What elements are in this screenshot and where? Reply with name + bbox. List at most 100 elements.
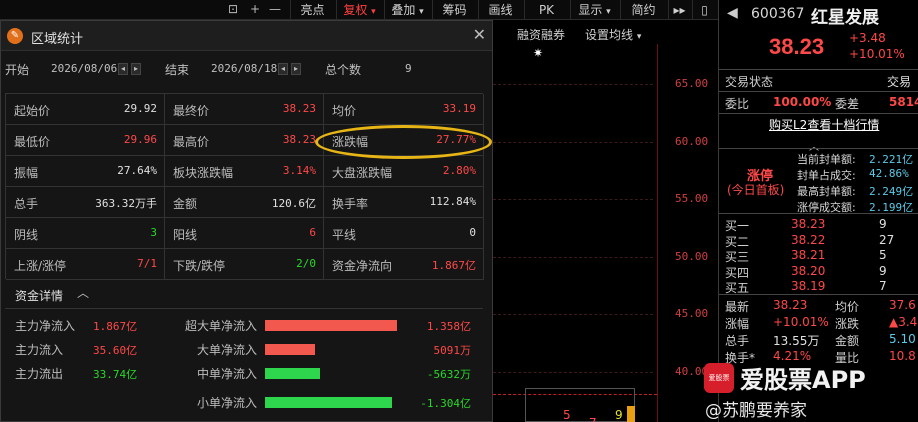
stat-label: 均价 xyxy=(835,300,860,314)
stat-value: 7/1 xyxy=(137,257,157,270)
stat-value: 27.77% xyxy=(436,133,476,146)
prev-stock-icon[interactable]: ◀ xyxy=(727,5,738,21)
fund-label: 主力流入 xyxy=(15,343,64,357)
stat-label: 最低价 xyxy=(14,135,51,149)
fund-bar xyxy=(265,344,315,355)
stat-value: 2.80% xyxy=(442,164,476,177)
stat-value: 38.23 xyxy=(282,102,316,115)
stock-code: 600367 xyxy=(751,6,805,22)
toolbar-btn-chips[interactable]: 筹码 xyxy=(432,0,476,20)
order-price: 38.21 xyxy=(791,248,826,262)
stat-label: 阳线 xyxy=(173,228,198,242)
limit-label: 当前封单额: xyxy=(797,153,856,166)
ratio-label: 委比 xyxy=(725,97,750,111)
order-volume: 7 xyxy=(879,279,887,293)
zoom-in-icon[interactable]: + xyxy=(248,2,262,16)
fund-details-title: 资金详情 xyxy=(15,289,64,303)
orderbook-row[interactable]: 买二 38.22 27 xyxy=(719,233,918,249)
order-label: 买二 xyxy=(725,234,750,249)
stat-label: 涨幅 xyxy=(725,317,750,331)
stock-price: 38.23 xyxy=(769,34,825,59)
toolbar-expand-icon[interactable]: ▯ xyxy=(692,0,716,20)
chevron-down-icon: ▾ xyxy=(419,7,424,17)
limit-label: 封单占成交: xyxy=(797,169,856,182)
stat-value: 3 xyxy=(150,226,157,239)
orderbook-row[interactable]: 买四 38.20 9 xyxy=(719,263,918,280)
stat-value: 38.23 xyxy=(773,298,808,312)
start-label: 开始 xyxy=(5,63,30,77)
limit-label: 最高封单额: xyxy=(797,185,856,198)
volume-label: 9 xyxy=(615,408,623,422)
divider xyxy=(719,294,918,295)
toolbar-more-icon[interactable]: ▸▸ xyxy=(668,0,690,20)
toolbar-btn-highlight[interactable]: 亮点 xyxy=(290,0,334,20)
limit-value: 42.86% xyxy=(869,167,909,180)
toolbar-btn-display[interactable]: 显示 ▾ xyxy=(570,0,618,20)
toolbar-btn-simple[interactable]: 简约 xyxy=(620,0,666,20)
stat-value: 363.32万手 xyxy=(95,197,157,210)
stat-label: 大盘涨跌幅 xyxy=(332,166,393,180)
chevron-up-icon[interactable]: ︿ xyxy=(77,284,89,301)
range-row: 开始 2026/08/06 ◂ ▸ 结束 2026/08/18 ◂ ▸ 总个数 … xyxy=(1,59,492,79)
stat-cell: 上涨/涨停 7/1 xyxy=(6,249,165,280)
limit-up-sub: (今日首板) xyxy=(727,183,785,197)
toolbar-btn-overlay[interactable]: 叠加 ▾ xyxy=(384,0,430,20)
stat-label: 最新 xyxy=(725,300,750,314)
stat-label: 总手 xyxy=(14,197,39,211)
stat-cell: 均价 33.19 xyxy=(324,94,484,125)
lock-icon[interactable]: ⊡ xyxy=(226,2,240,16)
zoom-out-icon[interactable]: — xyxy=(268,2,282,16)
app-logo-icon: ✎ xyxy=(7,28,23,44)
kline-chart[interactable]: 融资融券 设置均线 ▾ ✷ 65.00 60.00 55.00 50.00 45… xyxy=(493,20,718,422)
order-volume: 9 xyxy=(879,263,887,278)
stat-value: 29.92 xyxy=(123,102,157,115)
fund-details-header[interactable]: 资金详情 ︿ xyxy=(5,279,483,309)
order-price: 38.23 xyxy=(791,217,826,231)
chart-menu-ma[interactable]: 设置均线 ▾ xyxy=(585,26,641,43)
count-value: 9 xyxy=(405,62,412,75)
close-icon[interactable]: ✕ xyxy=(473,25,486,44)
grid-line xyxy=(493,314,653,315)
orderbook-row[interactable]: 买三 38.21 5 xyxy=(719,248,918,264)
dialog-titlebar[interactable]: ✎ 区域统计 ✕ xyxy=(1,21,492,51)
toolbar-btn-draw[interactable]: 画线 xyxy=(478,0,522,20)
order-label: 买四 xyxy=(725,265,750,280)
toolbar-btn-pk[interactable]: PK xyxy=(524,0,568,20)
limit-value: 2.221亿 xyxy=(869,153,914,166)
start-prev-icon[interactable]: ◂ xyxy=(118,63,128,75)
stat-cell: 最终价 38.23 xyxy=(165,94,324,125)
stat-value: 6 xyxy=(309,226,316,239)
diff-value: 5814 xyxy=(889,95,918,109)
grid-line xyxy=(493,257,653,258)
start-date[interactable]: 2026/08/06 xyxy=(51,62,117,75)
l2-quote-link[interactable]: 购买L2查看十档行情 xyxy=(769,116,879,133)
stat-label: 最终价 xyxy=(173,104,210,118)
chart-menu-margin[interactable]: 融资融券 xyxy=(517,26,565,43)
orderbook-row[interactable]: 买一 38.23 9 xyxy=(719,217,918,233)
star-marker-icon: ✷ xyxy=(533,46,544,60)
watermark-subtext: @苏鹏要养家 xyxy=(705,401,807,421)
order-price: 38.19 xyxy=(791,279,826,293)
stat-cell: 最低价 29.96 xyxy=(6,125,165,156)
order-price: 38.20 xyxy=(791,263,826,278)
toolbar-btn-adjust[interactable]: 复权 ▾ xyxy=(336,0,382,20)
fund-value: 35.60亿 xyxy=(93,344,138,357)
stat-cell: 最高价 38.23 xyxy=(165,125,324,156)
limit-up-box: 涨停 (今日首板) 当前封单额: 2.221亿 封单占成交: 42.86% 最高封单额:… xyxy=(719,148,918,214)
stat-cell: 下跌/跌停 2/0 xyxy=(165,249,324,280)
orderbook-row[interactable]: 买五 38.19 7 xyxy=(719,279,918,295)
quote-stat-row: 总手 13.55万 金额 5.10 xyxy=(719,332,918,348)
limit-value: 2.199亿 xyxy=(869,201,914,214)
grid-line xyxy=(493,84,653,85)
end-prev-icon[interactable]: ◂ xyxy=(278,63,288,75)
start-next-icon[interactable]: ▸ xyxy=(131,63,141,75)
end-next-icon[interactable]: ▸ xyxy=(291,63,301,75)
fund-value: 5091万 xyxy=(433,344,472,357)
chart-menu-ma-label: 设置均线 xyxy=(585,28,634,42)
stat-label: 均价 xyxy=(332,104,357,118)
end-date[interactable]: 2026/08/18 xyxy=(211,62,277,75)
stat-label: 最高价 xyxy=(173,135,210,149)
stat-label: 资金净流向 xyxy=(332,259,393,273)
stock-header: ◀ 600367 红星发展 38.23 +3.48 +10.01% xyxy=(719,0,918,70)
stat-cell: 金额 120.6亿 xyxy=(165,187,324,218)
